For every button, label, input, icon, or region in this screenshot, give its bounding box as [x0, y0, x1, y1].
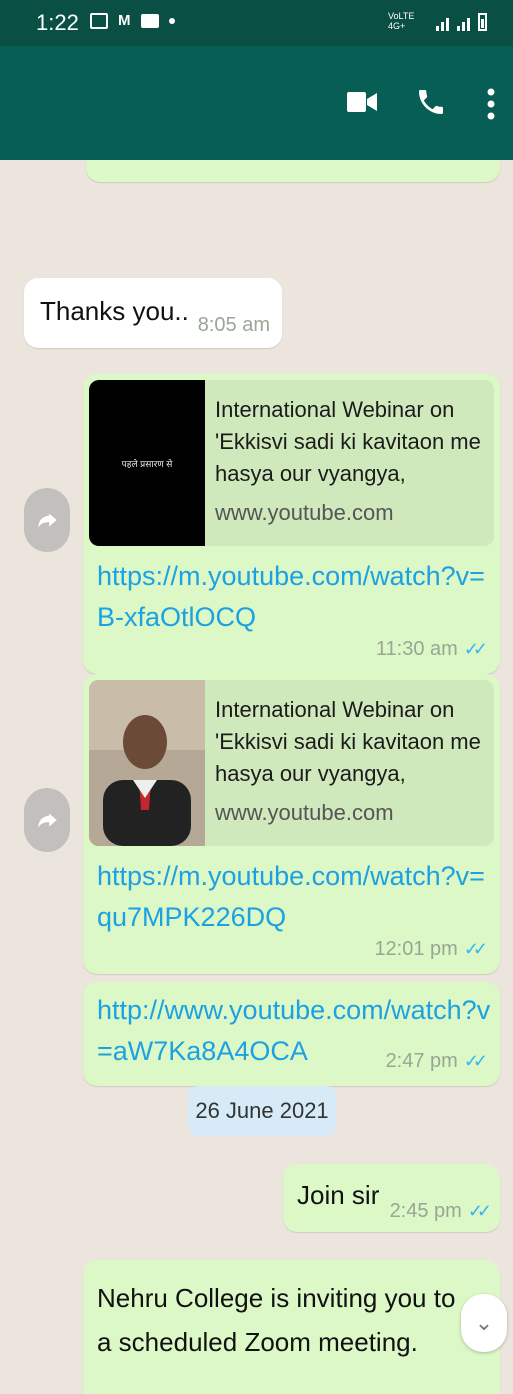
whatsapp-chat-screen: 1:22 M VoLTE 4G+ Thanks you.. 8:05 am पह…	[0, 0, 513, 1394]
date-separator: 26 June 2021	[188, 1086, 336, 1136]
read-receipt-icon: ✓✓	[463, 1051, 488, 1071]
time-label: 11:30 am	[375, 638, 458, 660]
chat-notification-icon	[140, 14, 159, 28]
read-receipt-icon: ✓✓	[467, 1201, 492, 1221]
message-time: 11:30 am ✓✓	[375, 638, 488, 661]
read-receipt-icon: ✓✓	[463, 639, 488, 659]
video-thumbnail: पहले प्रसारण से	[89, 380, 205, 546]
message-time: 2:45 pm ✓✓	[389, 1200, 492, 1223]
previous-message-bubble[interactable]	[86, 160, 500, 182]
forward-button[interactable]	[24, 788, 70, 852]
gallery-icon	[90, 13, 108, 29]
scroll-to-bottom-button[interactable]: ⌄	[461, 1294, 507, 1352]
message-time: 2:47 pm ✓✓	[385, 1050, 488, 1073]
preview-title: International Webinar on 'Ekkisvi sadi k…	[215, 397, 481, 486]
thumbnail-text: पहले प्रसारण से	[121, 458, 173, 469]
outgoing-link-message[interactable]: पहले प्रसारण से International Webinar on…	[83, 374, 500, 674]
notification-icons: M	[90, 13, 175, 29]
message-list[interactable]: Thanks you.. 8:05 am पहले प्रसारण से Int…	[0, 160, 513, 1394]
time-label: 12:01 pm	[374, 938, 458, 960]
chat-header	[0, 46, 513, 160]
message-text: Join sir	[297, 1180, 380, 1210]
preview-domain: www.youtube.com	[215, 500, 394, 525]
incoming-message[interactable]: Thanks you.. 8:05 am	[24, 278, 282, 348]
video-call-icon[interactable]	[347, 89, 377, 115]
message-time: 8:05 am	[198, 314, 270, 337]
forward-icon	[38, 813, 57, 828]
outgoing-message[interactable]: Nehru College is inviting you to a sched…	[83, 1260, 500, 1394]
system-icons: VoLTE 4G+	[388, 11, 487, 31]
status-time: 1:22	[36, 10, 79, 35]
link-preview[interactable]: पहले प्रसारण से International Webinar on…	[89, 380, 494, 546]
time-label: 8:05 am	[197, 314, 270, 336]
voice-call-icon[interactable]	[415, 86, 447, 118]
message-link[interactable]: https://m.youtube.com/watch?v=B-xfaOtlOC…	[97, 556, 492, 638]
preview-domain: www.youtube.com	[215, 800, 394, 825]
battery-icon	[478, 13, 487, 31]
message-link[interactable]: https://m.youtube.com/watch?v=qu7MPK226D…	[97, 856, 492, 938]
link-preview[interactable]: International Webinar on 'Ekkisvi sadi k…	[89, 680, 494, 846]
message-text: Nehru College is inviting you to a sched…	[97, 1283, 456, 1357]
time-label: 2:45 pm	[389, 1200, 462, 1222]
outgoing-link-message[interactable]: http://www.youtube.com/watch?v=aW7Ka8A4O…	[83, 982, 500, 1086]
time-label: 2:47 pm	[385, 1050, 458, 1072]
network-label: VoLTE 4G+	[388, 11, 415, 31]
outgoing-message[interactable]: Join sir 2:45 pm ✓✓	[283, 1164, 500, 1232]
more-options-icon[interactable]	[485, 87, 497, 121]
message-text: Thanks you..	[40, 296, 189, 326]
double-chevron-down-icon: ⌄	[474, 1310, 494, 1335]
status-bar: 1:22 M VoLTE 4G+	[0, 0, 513, 46]
preview-title: International Webinar on 'Ekkisvi sadi k…	[215, 697, 481, 786]
read-receipt-icon: ✓✓	[463, 939, 488, 959]
message-time: 12:01 pm ✓✓	[374, 938, 488, 961]
forward-button[interactable]	[24, 488, 70, 552]
more-notifications-icon	[168, 18, 175, 24]
signal-icon-2	[457, 18, 470, 31]
speaker-photo	[89, 680, 205, 846]
forward-icon	[38, 513, 57, 528]
video-thumbnail	[89, 680, 205, 846]
gmail-icon: M	[118, 12, 131, 29]
signal-icon	[436, 18, 449, 31]
outgoing-link-message[interactable]: International Webinar on 'Ekkisvi sadi k…	[83, 674, 500, 974]
